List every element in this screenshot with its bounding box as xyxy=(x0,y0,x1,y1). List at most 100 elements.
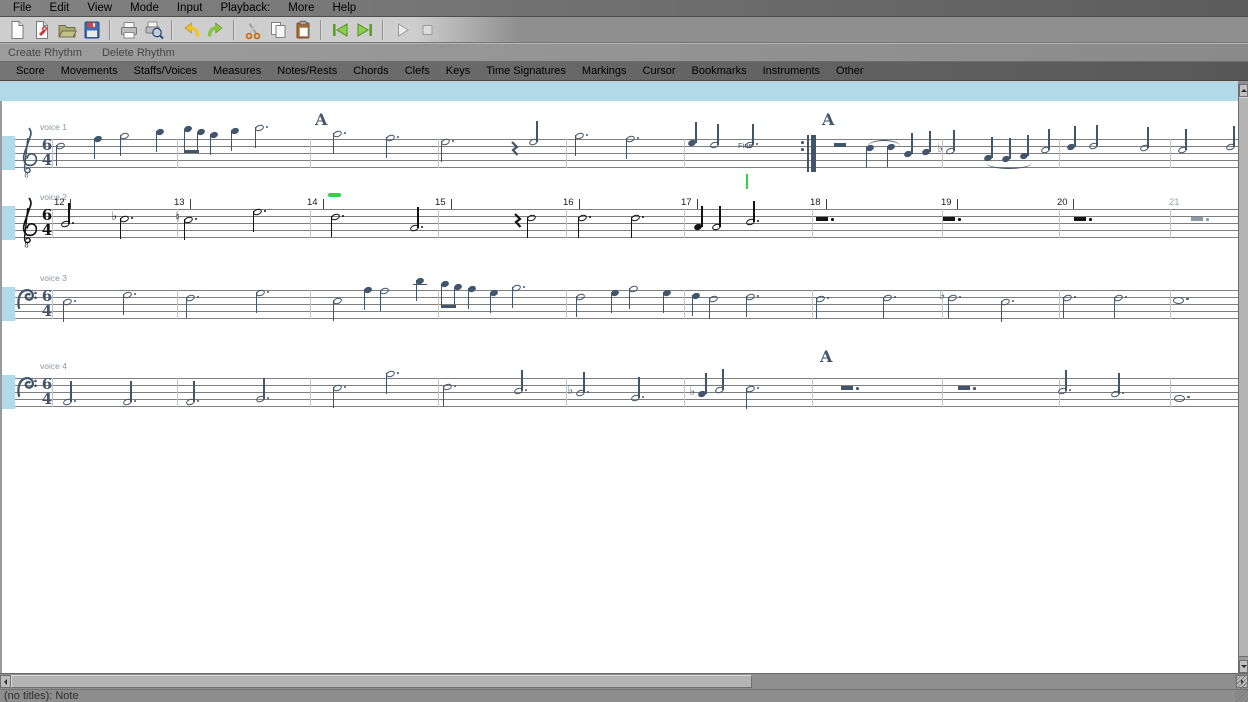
note[interactable] xyxy=(255,395,269,405)
note[interactable] xyxy=(575,293,589,303)
tab-notesrests[interactable]: Notes/Rests xyxy=(269,65,345,77)
tab-score[interactable]: Score xyxy=(8,65,53,77)
note[interactable] xyxy=(745,385,759,395)
create-rhythm-button[interactable]: Create Rhythm xyxy=(8,47,82,59)
vertical-scrollbar[interactable] xyxy=(1238,84,1248,673)
note[interactable]: ♮ xyxy=(183,216,197,226)
whole-rest[interactable] xyxy=(816,217,828,221)
tab-timesignatures[interactable]: Time Signatures xyxy=(478,65,574,77)
print-button[interactable] xyxy=(117,18,140,41)
note[interactable] xyxy=(60,220,74,230)
note[interactable] xyxy=(528,138,542,148)
note[interactable] xyxy=(745,218,759,228)
note[interactable] xyxy=(185,294,199,304)
tab-clefs[interactable]: Clefs xyxy=(397,65,438,77)
note[interactable] xyxy=(363,286,377,296)
rehearsal-mark[interactable]: A xyxy=(315,110,327,129)
note[interactable] xyxy=(511,284,525,294)
note[interactable] xyxy=(714,386,728,396)
note[interactable]: ♭ xyxy=(575,389,589,399)
undo-button[interactable] xyxy=(179,18,202,41)
half-rest[interactable] xyxy=(834,143,846,147)
menu-item-edit[interactable]: Edit xyxy=(41,2,79,14)
scroll-up-button[interactable] xyxy=(1239,84,1248,97)
go-first-button[interactable] xyxy=(328,18,351,41)
note[interactable] xyxy=(230,127,244,137)
note[interactable] xyxy=(440,138,454,148)
note[interactable] xyxy=(711,223,725,233)
tab-other[interactable]: Other xyxy=(828,65,872,77)
note[interactable] xyxy=(332,384,346,394)
note[interactable] xyxy=(55,142,69,152)
tab-bookmarks[interactable]: Bookmarks xyxy=(684,65,755,77)
note[interactable] xyxy=(693,223,707,233)
note[interactable] xyxy=(1066,143,1080,153)
note[interactable] xyxy=(1000,298,1014,308)
time-signature[interactable]: 64 xyxy=(40,138,54,167)
note[interactable] xyxy=(1088,142,1102,152)
note[interactable]: ♭ xyxy=(697,390,711,400)
note[interactable] xyxy=(385,370,399,380)
note[interactable] xyxy=(62,398,76,408)
note[interactable] xyxy=(687,139,701,149)
note[interactable] xyxy=(332,130,346,140)
treble-clef[interactable]: 8 xyxy=(17,196,37,248)
play-button[interactable] xyxy=(390,18,413,41)
note[interactable] xyxy=(526,214,540,224)
note[interactable] xyxy=(691,292,705,302)
note[interactable] xyxy=(209,131,223,141)
horizontal-scrollbar[interactable] xyxy=(0,673,1248,689)
new-document-button[interactable] xyxy=(5,18,28,41)
note[interactable] xyxy=(155,128,169,138)
delete-rhythm-button[interactable]: Delete Rhythm xyxy=(102,47,175,59)
note[interactable] xyxy=(1225,143,1238,153)
note[interactable] xyxy=(628,285,642,295)
note[interactable] xyxy=(903,150,917,160)
menu-item-playback[interactable]: Playback: xyxy=(211,2,279,14)
menu-item-input[interactable]: Input xyxy=(168,2,212,14)
treble-clef[interactable]: 8 xyxy=(17,126,37,178)
note[interactable] xyxy=(1173,296,1187,306)
whole-rest[interactable] xyxy=(1074,217,1086,221)
note[interactable] xyxy=(1057,387,1071,397)
rehearsal-mark[interactable]: A xyxy=(822,110,834,129)
note[interactable] xyxy=(254,124,268,134)
note[interactable] xyxy=(577,214,591,224)
horizontal-scroll-thumb[interactable] xyxy=(11,675,752,688)
tab-keys[interactable]: Keys xyxy=(438,65,478,77)
note[interactable] xyxy=(921,148,935,158)
note[interactable]: ♭ xyxy=(119,215,133,225)
open-file-button[interactable] xyxy=(55,18,78,41)
whole-rest[interactable] xyxy=(841,386,853,390)
note[interactable] xyxy=(1139,144,1153,154)
whole-rest[interactable] xyxy=(958,386,970,390)
bass-clef[interactable] xyxy=(16,287,38,311)
note[interactable] xyxy=(610,289,624,299)
resize-grip[interactable] xyxy=(1235,674,1248,702)
note[interactable] xyxy=(1040,146,1054,156)
whole-rest[interactable] xyxy=(1191,217,1203,221)
cut-button[interactable] xyxy=(241,18,264,41)
time-signature[interactable]: 64 xyxy=(40,289,54,318)
note[interactable] xyxy=(709,141,723,151)
note[interactable] xyxy=(330,213,344,223)
note[interactable] xyxy=(882,294,896,304)
quarter-rest[interactable] xyxy=(513,213,522,229)
note[interactable] xyxy=(1110,390,1124,400)
save-file-button[interactable] xyxy=(80,18,103,41)
menu-item-file[interactable]: File xyxy=(4,2,41,14)
whole-rest[interactable] xyxy=(943,217,955,221)
note[interactable] xyxy=(1113,294,1127,304)
note[interactable] xyxy=(409,224,423,234)
tab-staffsvoices[interactable]: Staffs/Voices xyxy=(126,65,205,77)
document-wizard-button[interactable] xyxy=(30,18,53,41)
menu-item-more[interactable]: More xyxy=(279,2,323,14)
tab-measures[interactable]: Measures xyxy=(205,65,269,77)
tab-chords[interactable]: Chords xyxy=(345,65,396,77)
note[interactable]: ♭ xyxy=(945,147,959,157)
vertical-scroll-thumb[interactable] xyxy=(1239,97,1248,657)
menu-item-help[interactable]: Help xyxy=(324,2,366,14)
tab-cursor[interactable]: Cursor xyxy=(635,65,684,77)
note[interactable] xyxy=(332,297,346,307)
note[interactable]: ♭ xyxy=(947,294,961,304)
